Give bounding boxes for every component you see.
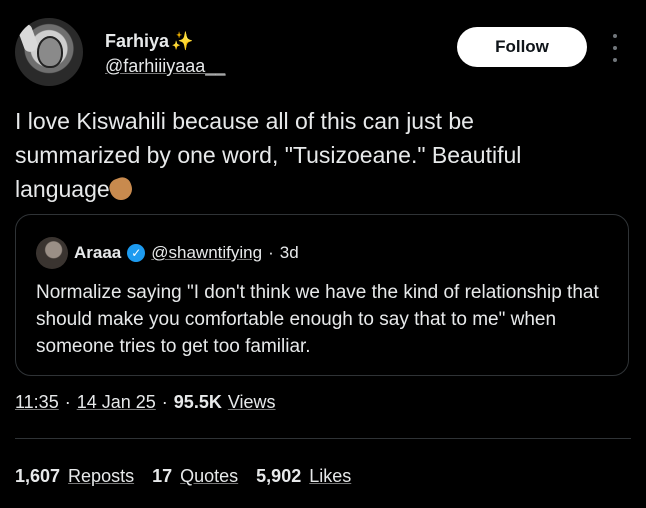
verified-badge-icon: ✓	[127, 244, 146, 262]
tweet-time[interactable]: 11:35	[15, 392, 59, 413]
sparkles-icon: ✨	[171, 31, 194, 51]
quoted-author-name[interactable]: Araaa	[74, 243, 121, 263]
tweet-text: I love Kiswahili because all of this can…	[15, 104, 595, 206]
stat-reposts[interactable]: 1,607 Reposts	[15, 466, 134, 487]
quoted-text: Normalize saying "I don't think we have …	[36, 282, 599, 357]
tweet-date[interactable]: 14 Jan 25	[77, 392, 156, 413]
more-vertical-icon[interactable]	[608, 34, 622, 62]
quoted-timestamp[interactable]: 3d	[280, 243, 299, 263]
author-name-block[interactable]: Farhiya ✨ @farhiiiyaaa__	[105, 31, 225, 77]
tweet-body: I love Kiswahili because all of this can…	[15, 108, 522, 202]
dot	[613, 58, 617, 62]
clapping-hands-icon	[106, 174, 135, 204]
reposts-label[interactable]: Reposts	[68, 466, 134, 487]
quotes-label[interactable]: Quotes	[180, 466, 238, 487]
author-handle[interactable]: @farhiiiyaaa__	[105, 56, 225, 77]
author-display-name[interactable]: Farhiya ✨	[105, 31, 225, 52]
avatar-arm	[16, 22, 40, 54]
divider	[15, 438, 631, 439]
reposts-count: 1,607	[15, 466, 61, 486]
tweet-stats: 1,607 Reposts 17 Quotes 5,902 Likes	[15, 466, 351, 487]
likes-count: 5,902	[256, 466, 302, 486]
quotes-count: 17	[152, 466, 173, 486]
views-label[interactable]: Views	[228, 392, 276, 413]
separator-dot: ·	[268, 243, 274, 262]
likes-label[interactable]: Likes	[309, 466, 351, 487]
follow-button[interactable]: Follow	[457, 27, 587, 67]
quoted-avatar[interactable]	[36, 237, 68, 269]
separator-dot: ·	[161, 392, 168, 412]
tweet-meta: 11:35 · 14 Jan 25 · 95.5K Views	[15, 392, 276, 413]
author-avatar[interactable]	[15, 18, 83, 86]
quoted-author-handle[interactable]: @shawntifying	[151, 243, 262, 263]
dot	[613, 46, 617, 50]
views-count: 95.5K	[173, 392, 222, 412]
stat-likes[interactable]: 5,902 Likes	[256, 466, 351, 487]
author-name-text: Farhiya	[105, 31, 170, 51]
stat-quotes[interactable]: 17 Quotes	[152, 466, 238, 487]
quoted-tweet[interactable]: Araaa ✓ @shawntifying · 3d Normalize say…	[15, 214, 629, 376]
separator-dot: ·	[64, 392, 71, 412]
tweet-header: Farhiya ✨ @farhiiiyaaa__ Follow	[15, 18, 631, 88]
dot	[613, 34, 617, 38]
quoted-header: Araaa ✓ @shawntifying · 3d	[36, 237, 299, 269]
avatar-face	[37, 36, 63, 68]
